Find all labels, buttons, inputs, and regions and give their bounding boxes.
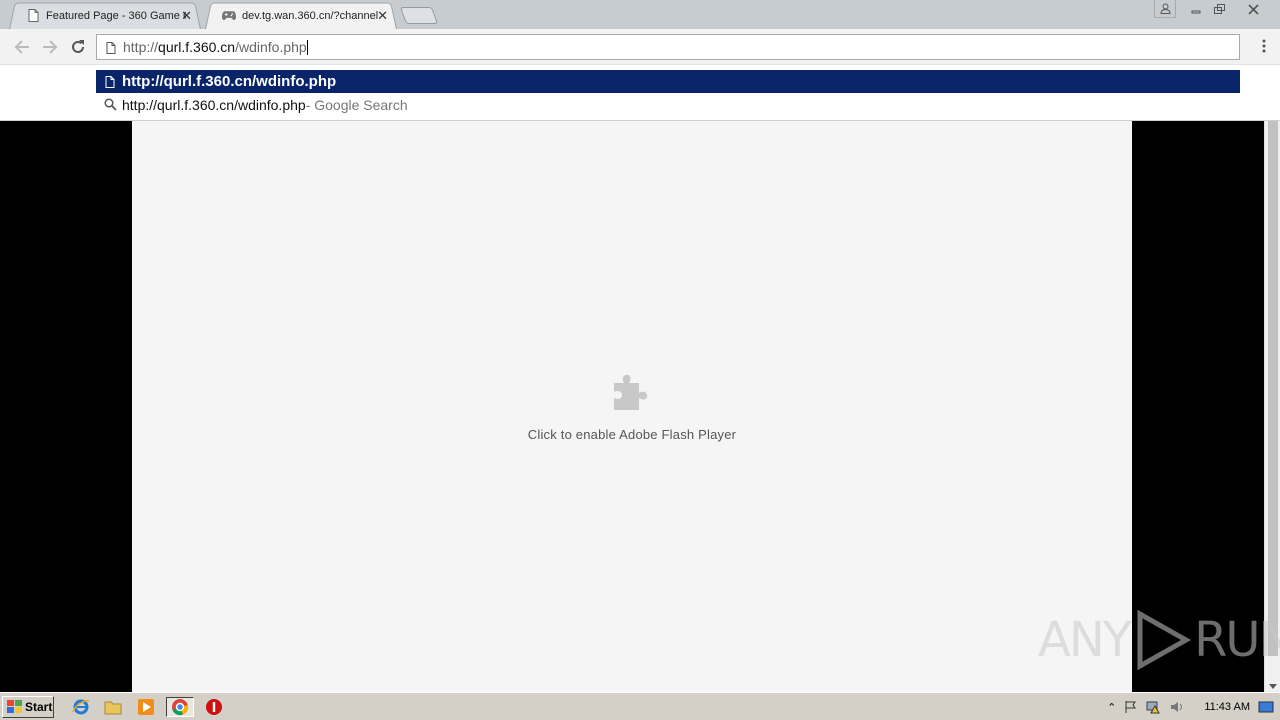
start-label: Start	[25, 700, 53, 714]
url-host: qurl.f.360.cn	[158, 39, 236, 55]
search-icon	[104, 98, 117, 114]
minimize-button[interactable]	[1184, 0, 1208, 18]
suggestion-suffix: - Google Search	[305, 97, 408, 113]
tab-strip: Featured Page - 360 Game Center ✕ dev.tg…	[0, 0, 1280, 29]
tab-title: dev.tg.wan.360.cn/?channel	[242, 9, 379, 22]
anyrun-watermark: ANY RUN	[1038, 610, 1280, 670]
gamepad-icon	[222, 9, 236, 23]
stop-icon[interactable]	[203, 697, 225, 717]
page-icon	[105, 75, 115, 92]
play-logo-icon	[1137, 610, 1192, 670]
suggestion-text: http://qurl.f.360.cn/wdinfo.php	[122, 73, 337, 90]
vertical-scrollbar[interactable]	[1264, 121, 1280, 692]
new-tab-button[interactable]	[399, 7, 439, 24]
flash-enable-message: Click to enable Adobe Flash Player	[527, 427, 737, 442]
text-caret	[306, 39, 308, 55]
close-window-button[interactable]	[1232, 0, 1274, 18]
address-bar[interactable]: http://qurl.f.360.cn/wdinfo.php	[96, 34, 1240, 60]
puzzle-icon	[614, 374, 648, 410]
suggestion-text: http://qurl.f.360.cn/wdinfo.php	[122, 97, 306, 113]
ie-icon[interactable]	[70, 697, 92, 717]
menu-icon[interactable]	[1262, 39, 1266, 58]
media-player-icon[interactable]	[135, 697, 157, 717]
tab-title: Featured Page - 360 Game Center	[46, 9, 186, 22]
show-hidden-icons-icon[interactable]: ⌃	[1107, 701, 1116, 714]
scroll-down-arrow[interactable]	[1269, 684, 1277, 689]
user-icon[interactable]	[1154, 0, 1176, 18]
tab-featured-page[interactable]: Featured Page - 360 Game Center ✕	[6, 2, 204, 29]
page-icon	[106, 41, 116, 57]
browser-window: Featured Page - 360 Game Center ✕ dev.tg…	[0, 0, 1280, 692]
scrollbar-thumb[interactable]	[1268, 121, 1278, 656]
taskbar: Start ⌃ 11:43 AM	[0, 692, 1280, 720]
windows-logo-icon	[7, 700, 22, 713]
reload-button[interactable]	[68, 37, 88, 57]
toolbar: http://qurl.f.360.cn/wdinfo.php	[0, 29, 1280, 65]
url-scheme: http://	[123, 39, 159, 55]
chrome-icon[interactable]	[166, 697, 194, 717]
watermark-text-left: ANY	[1038, 612, 1132, 668]
suggestion-url[interactable]: http://qurl.f.360.cn/wdinfo.php	[96, 70, 1240, 93]
restore-button[interactable]	[1208, 0, 1232, 18]
network-warning-icon[interactable]	[1146, 700, 1162, 714]
back-button[interactable]	[12, 37, 32, 57]
system-tray: ⌃ 11:43 AM	[1107, 695, 1280, 719]
page-icon	[26, 9, 40, 23]
url-path: /wdinfo.php	[235, 39, 307, 55]
omnibox-suggestions: http://qurl.f.360.cn/wdinfo.php http://q…	[0, 65, 1280, 121]
page-content: Click to enable Adobe Flash Player	[0, 121, 1264, 692]
forward-button[interactable]	[40, 37, 60, 57]
folder-icon[interactable]	[102, 697, 124, 717]
flag-icon[interactable]	[1124, 700, 1138, 714]
tab-dev-tg-wan[interactable]: dev.tg.wan.360.cn/?channel ✕	[202, 2, 400, 29]
flash-plugin-placeholder[interactable]: Click to enable Adobe Flash Player	[132, 121, 1132, 692]
clock[interactable]: 11:43 AM	[1204, 701, 1250, 713]
volume-icon[interactable]	[1170, 700, 1186, 714]
watermark-text-right: RUN	[1194, 612, 1280, 668]
suggestion-search[interactable]: http://qurl.f.360.cn/wdinfo.php - Google…	[96, 94, 1240, 116]
close-icon[interactable]: ✕	[377, 9, 388, 22]
close-icon[interactable]: ✕	[181, 9, 192, 22]
show-desktop-icon[interactable]	[1258, 700, 1274, 714]
start-button[interactable]: Start	[2, 696, 54, 718]
